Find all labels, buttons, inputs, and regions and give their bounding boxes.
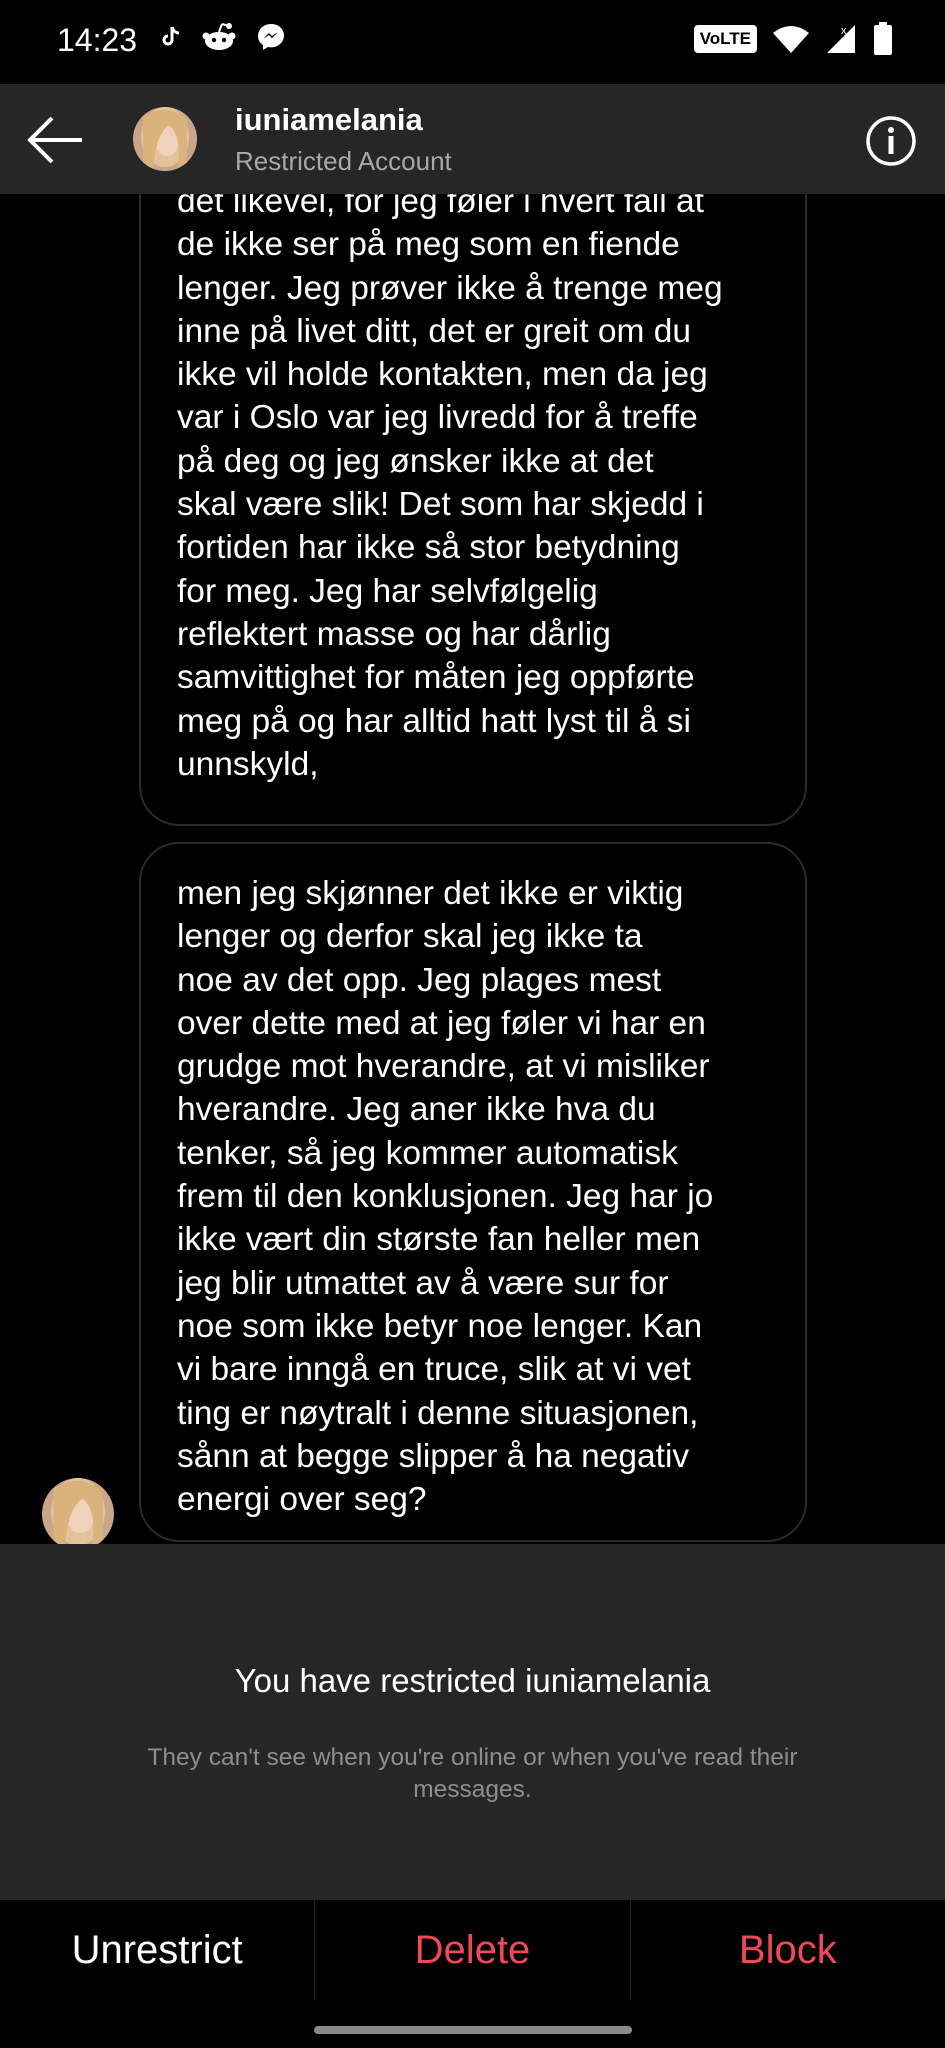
- block-button[interactable]: Block: [629, 1900, 945, 2000]
- restricted-description: They can't see when you're online or whe…: [147, 1744, 798, 1803]
- message-bubble[interactable]: men jeg skjønner det ikke er viktig leng…: [139, 842, 807, 1542]
- wifi-icon: [773, 26, 809, 53]
- message-thread[interactable]: det likevel, for jeg føler i hvert fall …: [0, 194, 945, 1544]
- delete-button[interactable]: Delete: [314, 1900, 630, 2000]
- messenger-icon: [258, 24, 284, 50]
- restricted-title: You have restricted iuniamelania: [234, 1662, 711, 1699]
- signal-icon: x: [827, 25, 855, 53]
- chat-header: iuniamelania Restricted Account: [0, 84, 945, 194]
- message-bubble[interactable]: det likevel, for jeg føler i hvert fall …: [139, 194, 807, 826]
- avatar[interactable]: [133, 107, 197, 171]
- status-bar: 14:23 VoLTE x: [0, 0, 945, 84]
- restricted-notice: You have restricted iuniamelania They ca…: [0, 1544, 945, 1900]
- reddit-icon: [202, 23, 236, 50]
- info-icon[interactable]: [865, 115, 917, 167]
- home-indicator[interactable]: [314, 2026, 632, 2034]
- sender-avatar[interactable]: [42, 1478, 114, 1544]
- tiktok-icon: [162, 26, 180, 46]
- svg-text:x: x: [841, 25, 847, 37]
- battery-icon: [874, 22, 892, 55]
- action-bar: Unrestrict Delete Block: [0, 1900, 945, 2000]
- notification-icons: [160, 22, 286, 52]
- header-username[interactable]: iuniamelania: [235, 102, 423, 138]
- status-time: 14:23: [57, 22, 138, 58]
- system-icons: VoLTE x: [693, 22, 893, 56]
- back-arrow-icon[interactable]: [26, 112, 86, 168]
- unrestrict-button[interactable]: Unrestrict: [0, 1900, 315, 2000]
- volte-icon: VoLTE: [693, 25, 757, 53]
- header-subtitle: Restricted Account: [235, 146, 452, 176]
